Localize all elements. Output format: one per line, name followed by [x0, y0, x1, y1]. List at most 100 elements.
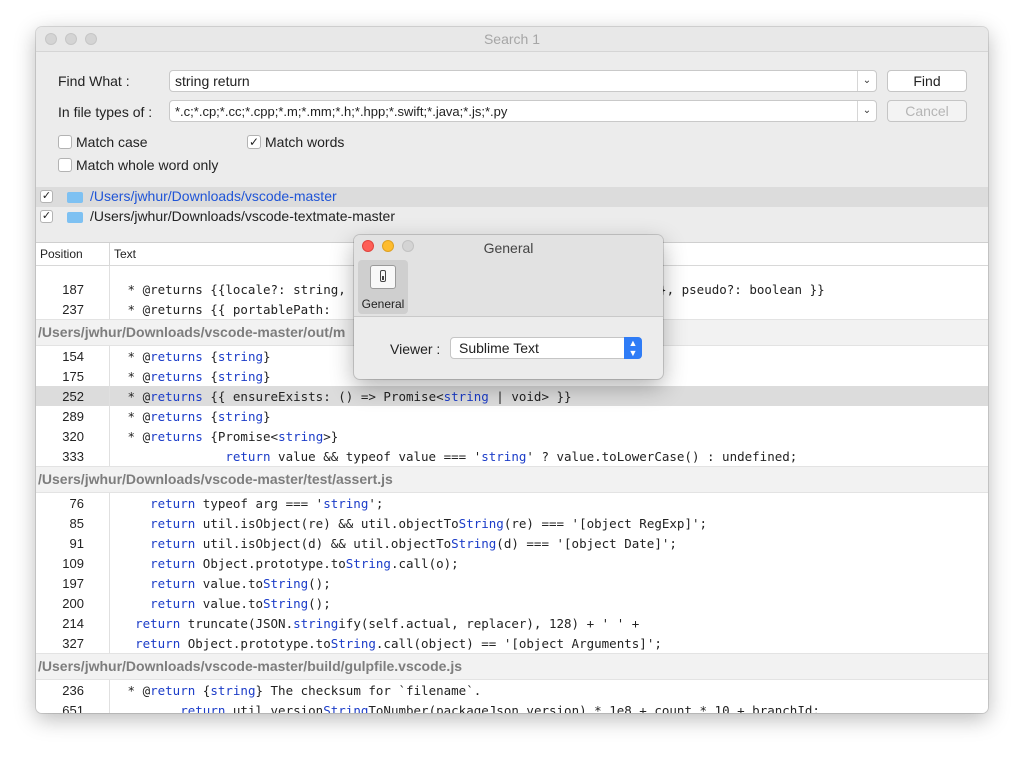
folder-row[interactable]: ✓ /Users/jwhur/Downloads/vscode-master — [36, 187, 988, 207]
table-row[interactable]: 109 return Object.prototype.toString.cal… — [36, 553, 988, 573]
keyword-highlight: return — [150, 596, 196, 611]
result-text: * @returns {string} — [120, 409, 271, 424]
folder-icon — [67, 192, 83, 203]
match-words-checkbox[interactable]: ✓ — [247, 135, 261, 149]
result-text: * @returns {{ portablePath: — [120, 302, 339, 317]
chevron-down-icon[interactable]: ⌄ — [857, 71, 876, 91]
toolbar-item-general[interactable]: General — [358, 260, 408, 314]
table-row-selected[interactable]: 252 * @returns {{ ensureExists: () => Pr… — [36, 386, 988, 406]
result-position: 327 — [62, 636, 84, 651]
result-text: return typeof arg === 'string'; — [150, 496, 384, 511]
keyword-highlight: string — [217, 369, 264, 384]
result-text: * @return {string} The checksum for `fil… — [120, 683, 482, 698]
table-row[interactable]: 236 * @return {string} The checksum for … — [36, 680, 988, 700]
match-case-label: Match case — [76, 134, 148, 150]
file-group-header[interactable]: /Users/jwhur/Downloads/vscode-master/bui… — [36, 653, 988, 680]
keyword-highlight: string — [481, 449, 527, 464]
table-row[interactable]: 651 return util.versionStringToNumber(pa… — [36, 700, 988, 713]
result-position: 187 — [62, 282, 84, 297]
keyword-highlight: return — [150, 576, 196, 591]
result-text-tail: g;}, pseudo?: boolean }} — [644, 282, 825, 297]
keyword-highlight: return — [150, 496, 196, 511]
window-title: Search 1 — [483, 31, 541, 47]
folder-row[interactable]: ✓ /Users/jwhur/Downloads/vscode-textmate… — [36, 207, 988, 227]
keyword-highlight: return — [180, 703, 226, 713]
dialog-toolbar: General General — [354, 235, 663, 317]
folder-path: /Users/jwhur/Downloads/vscode-textmate-m… — [90, 208, 395, 224]
result-text: return util.isObject(d) && util.objectTo… — [150, 536, 677, 551]
keyword-highlight: return — [135, 636, 181, 651]
keyword-highlight: String — [263, 596, 309, 611]
keyword-highlight: returns — [150, 429, 203, 444]
viewer-select-value: Sublime Text — [459, 340, 539, 356]
result-text: return value.toString(); — [150, 596, 331, 611]
chevron-down-icon[interactable]: ⌄ — [857, 101, 876, 121]
result-position: 252 — [62, 389, 84, 404]
keyword-highlight: returns — [150, 349, 203, 364]
table-row[interactable]: 289 * @returns {string} — [36, 406, 988, 426]
find-what-field[interactable]: string return ⌄ — [169, 70, 877, 92]
folder-checkbox[interactable]: ✓ — [40, 190, 53, 203]
result-position: 289 — [62, 409, 84, 424]
keyword-highlight: return — [150, 516, 196, 531]
result-text: * @returns {string} — [120, 369, 271, 384]
table-row[interactable]: 85 return util.isObject(re) && util.obje… — [36, 513, 988, 533]
match-whole-word-label: Match whole word only — [76, 157, 219, 173]
result-position: 236 — [62, 683, 84, 698]
file-types-value: *.c;*.cp;*.cc;*.cpp;*.m;*.mm;*.h;*.hpp;*… — [175, 104, 508, 119]
result-text: * @returns {{ ensureExists: () => Promis… — [120, 389, 572, 404]
keyword-highlight: return — [150, 536, 196, 551]
keyword-highlight: return — [150, 683, 196, 698]
result-text: * @returns {{locale?: string, a — [120, 282, 361, 297]
result-position: 237 — [62, 302, 84, 317]
table-row[interactable]: 333 return value && typeof value === 'st… — [36, 446, 988, 466]
keyword-highlight: return — [225, 449, 271, 464]
result-text: * @returns {string} — [120, 349, 271, 364]
table-row[interactable]: 320 * @returns {Promise<string>} — [36, 426, 988, 446]
match-whole-word-checkbox[interactable] — [58, 158, 72, 172]
folder-icon — [67, 212, 83, 223]
result-position: 175 — [62, 369, 84, 384]
table-row[interactable]: 91 return util.isObject(d) && util.objec… — [36, 533, 988, 553]
keyword-highlight: String — [345, 556, 391, 571]
result-position: 200 — [62, 596, 84, 611]
keyword-highlight: String — [323, 703, 369, 713]
result-position: 651 — [62, 703, 84, 713]
file-types-label: In file types of : — [58, 104, 153, 120]
toolbar-item-label: General — [361, 297, 405, 311]
folder-path: /Users/jwhur/Downloads/vscode-master — [90, 188, 337, 204]
folder-checkbox[interactable]: ✓ — [40, 210, 53, 223]
keyword-highlight: string — [323, 496, 369, 511]
result-text: return value.toString(); — [150, 576, 331, 591]
table-row[interactable]: 327 return Object.prototype.toString.cal… — [36, 633, 988, 653]
file-types-field[interactable]: *.c;*.cp;*.cc;*.cpp;*.m;*.mm;*.h;*.hpp;*… — [169, 100, 877, 122]
result-position: 333 — [62, 449, 84, 464]
table-row[interactable]: 197 return value.toString(); — [36, 573, 988, 593]
keyword-highlight: string — [217, 349, 264, 364]
keyword-highlight: string — [217, 409, 264, 424]
match-case-checkbox[interactable] — [58, 135, 72, 149]
keyword-highlight: string — [278, 429, 324, 444]
keyword-highlight: string — [443, 389, 489, 404]
keyword-highlight: returns — [150, 369, 203, 384]
result-position: 109 — [62, 556, 84, 571]
match-words-label: Match words — [265, 134, 345, 150]
table-row[interactable]: 76 return typeof arg === 'string'; — [36, 493, 988, 513]
table-row[interactable]: 214 return truncate(JSON.stringify(self.… — [36, 613, 988, 633]
result-text: return value && typeof value === 'string… — [225, 449, 798, 464]
cancel-button[interactable]: Cancel — [887, 100, 967, 122]
file-group-header[interactable]: /Users/jwhur/Downloads/vscode-master/tes… — [36, 466, 988, 493]
viewer-label: Viewer : — [390, 341, 441, 357]
keyword-highlight: String — [451, 536, 497, 551]
result-position: 214 — [62, 616, 84, 631]
find-button[interactable]: Find — [887, 70, 967, 92]
column-header-position[interactable]: Position — [40, 247, 83, 261]
updown-arrows-icon: ▲ ▼ — [624, 337, 642, 359]
keyword-highlight: String — [330, 636, 376, 651]
switch-icon — [370, 265, 396, 289]
column-header-text[interactable]: Text — [114, 247, 136, 261]
result-position: 85 — [69, 516, 84, 531]
viewer-select[interactable]: Sublime Text ▲ ▼ — [450, 337, 642, 359]
find-what-value: string return — [175, 73, 250, 89]
table-row[interactable]: 200 return value.toString(); — [36, 593, 988, 613]
